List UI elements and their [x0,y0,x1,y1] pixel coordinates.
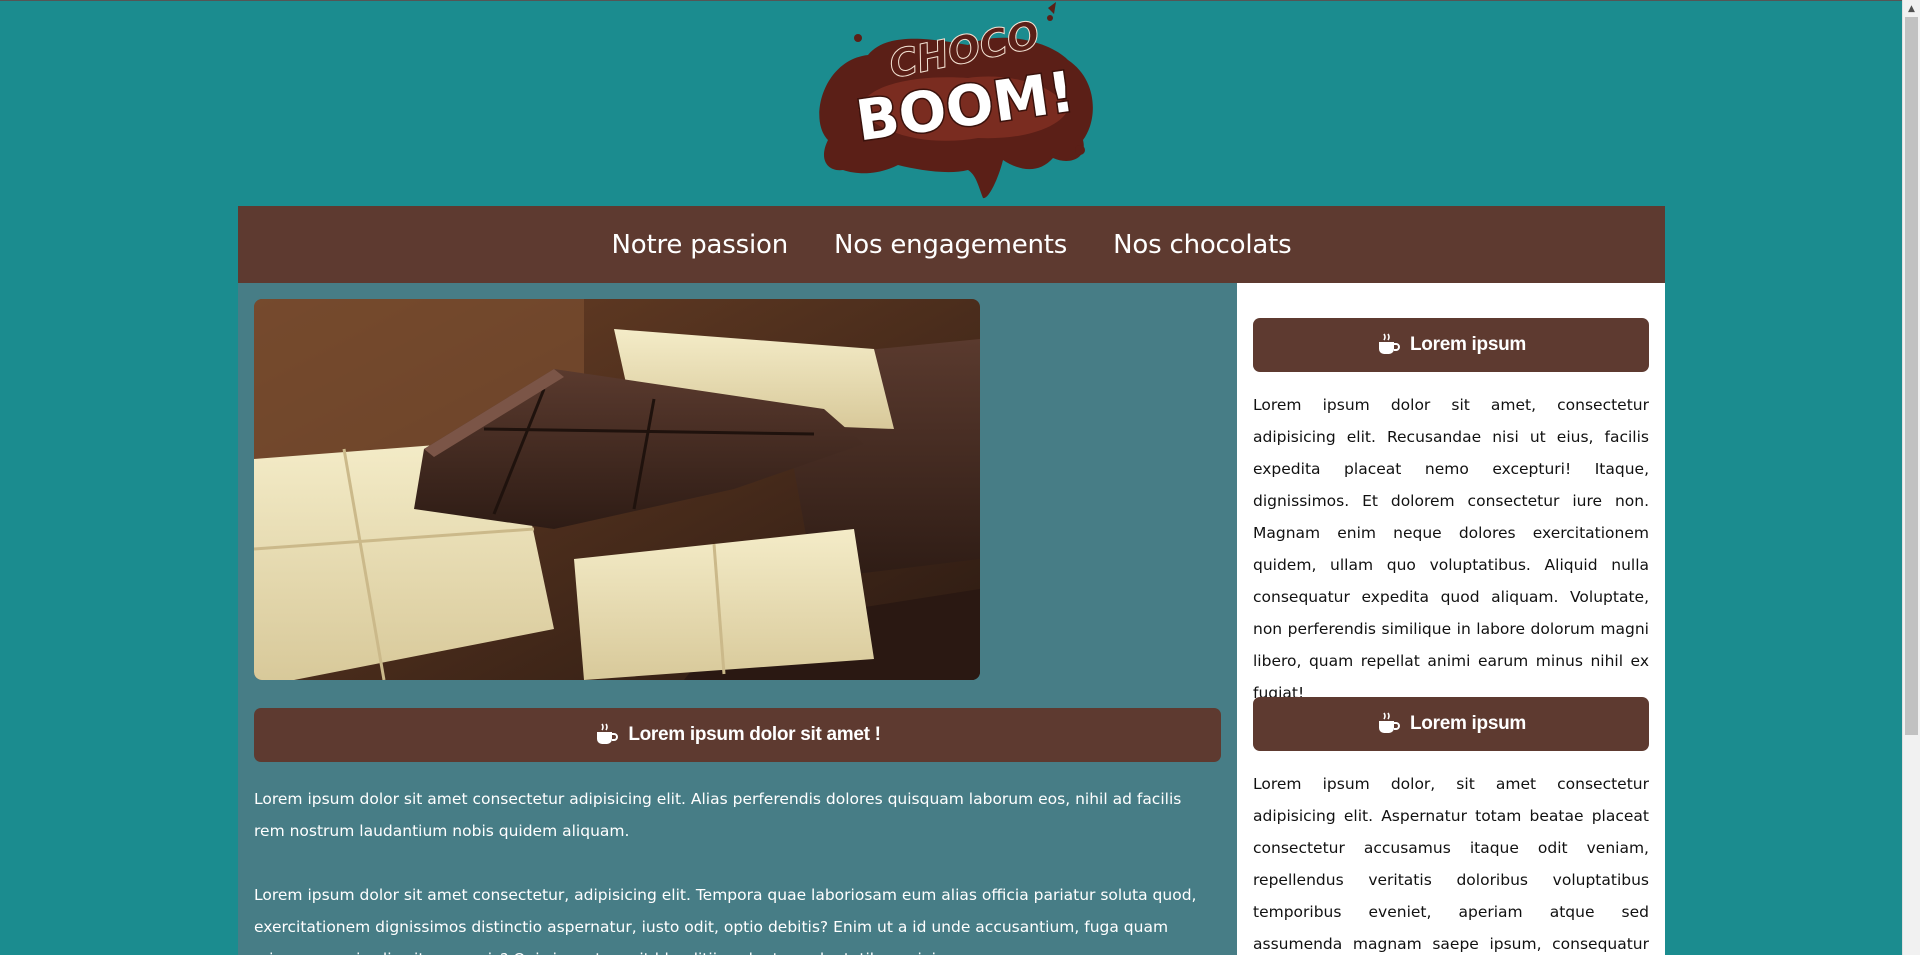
page-scrollbar[interactable]: ▲ [1902,0,1920,955]
scroll-up-arrow-icon[interactable]: ▲ [1903,0,1920,17]
sidebar-title-button-1[interactable]: Lorem ipsum [1253,318,1649,372]
coffee-cup-icon [1376,332,1402,358]
nav-item-nos-engagements[interactable]: Nos engagements [834,230,1067,260]
section-title-button[interactable]: Lorem ipsum dolor sit amet ! [254,708,1221,762]
main-paragraph-2: Lorem ipsum dolor sit amet consectetur, … [254,886,1197,955]
section-title-label: Lorem ipsum dolor sit amet ! [628,724,881,745]
chocolate-image [254,299,980,680]
hero-image [254,299,980,680]
sidebar: Lorem ipsum Lorem ipsum dolor sit amet, … [1237,283,1665,955]
main-content: Lorem ipsum dolor sit amet ! Lorem ipsum… [238,283,1237,955]
sidebar-paragraph-2: Lorem ipsum dolor, sit amet consectetur … [1253,775,1649,953]
coffee-cup-icon [1376,711,1402,737]
nav-item-notre-passion[interactable]: Notre passion [612,230,789,260]
scrollbar-thumb[interactable] [1905,17,1918,735]
sidebar-title-button-2[interactable]: Lorem ipsum [1253,697,1649,751]
nav-item-nos-chocolats[interactable]: Nos chocolats [1113,230,1292,260]
main-nav: Notre passion Nos engagements Nos chocol… [238,206,1665,283]
choco-boom-logo[interactable]: CHOCO BOOM! [798,0,1104,205]
main-paragraph-1: Lorem ipsum dolor sit amet consectetur a… [254,790,1182,840]
sidebar-paragraph-1: Lorem ipsum dolor sit amet, consectetur … [1253,396,1649,702]
sidebar-title-label-2: Lorem ipsum [1410,713,1526,734]
logo-graphic: CHOCO BOOM! [819,2,1093,199]
sidebar-title-label-1: Lorem ipsum [1410,334,1526,355]
coffee-cup-icon [594,722,620,748]
